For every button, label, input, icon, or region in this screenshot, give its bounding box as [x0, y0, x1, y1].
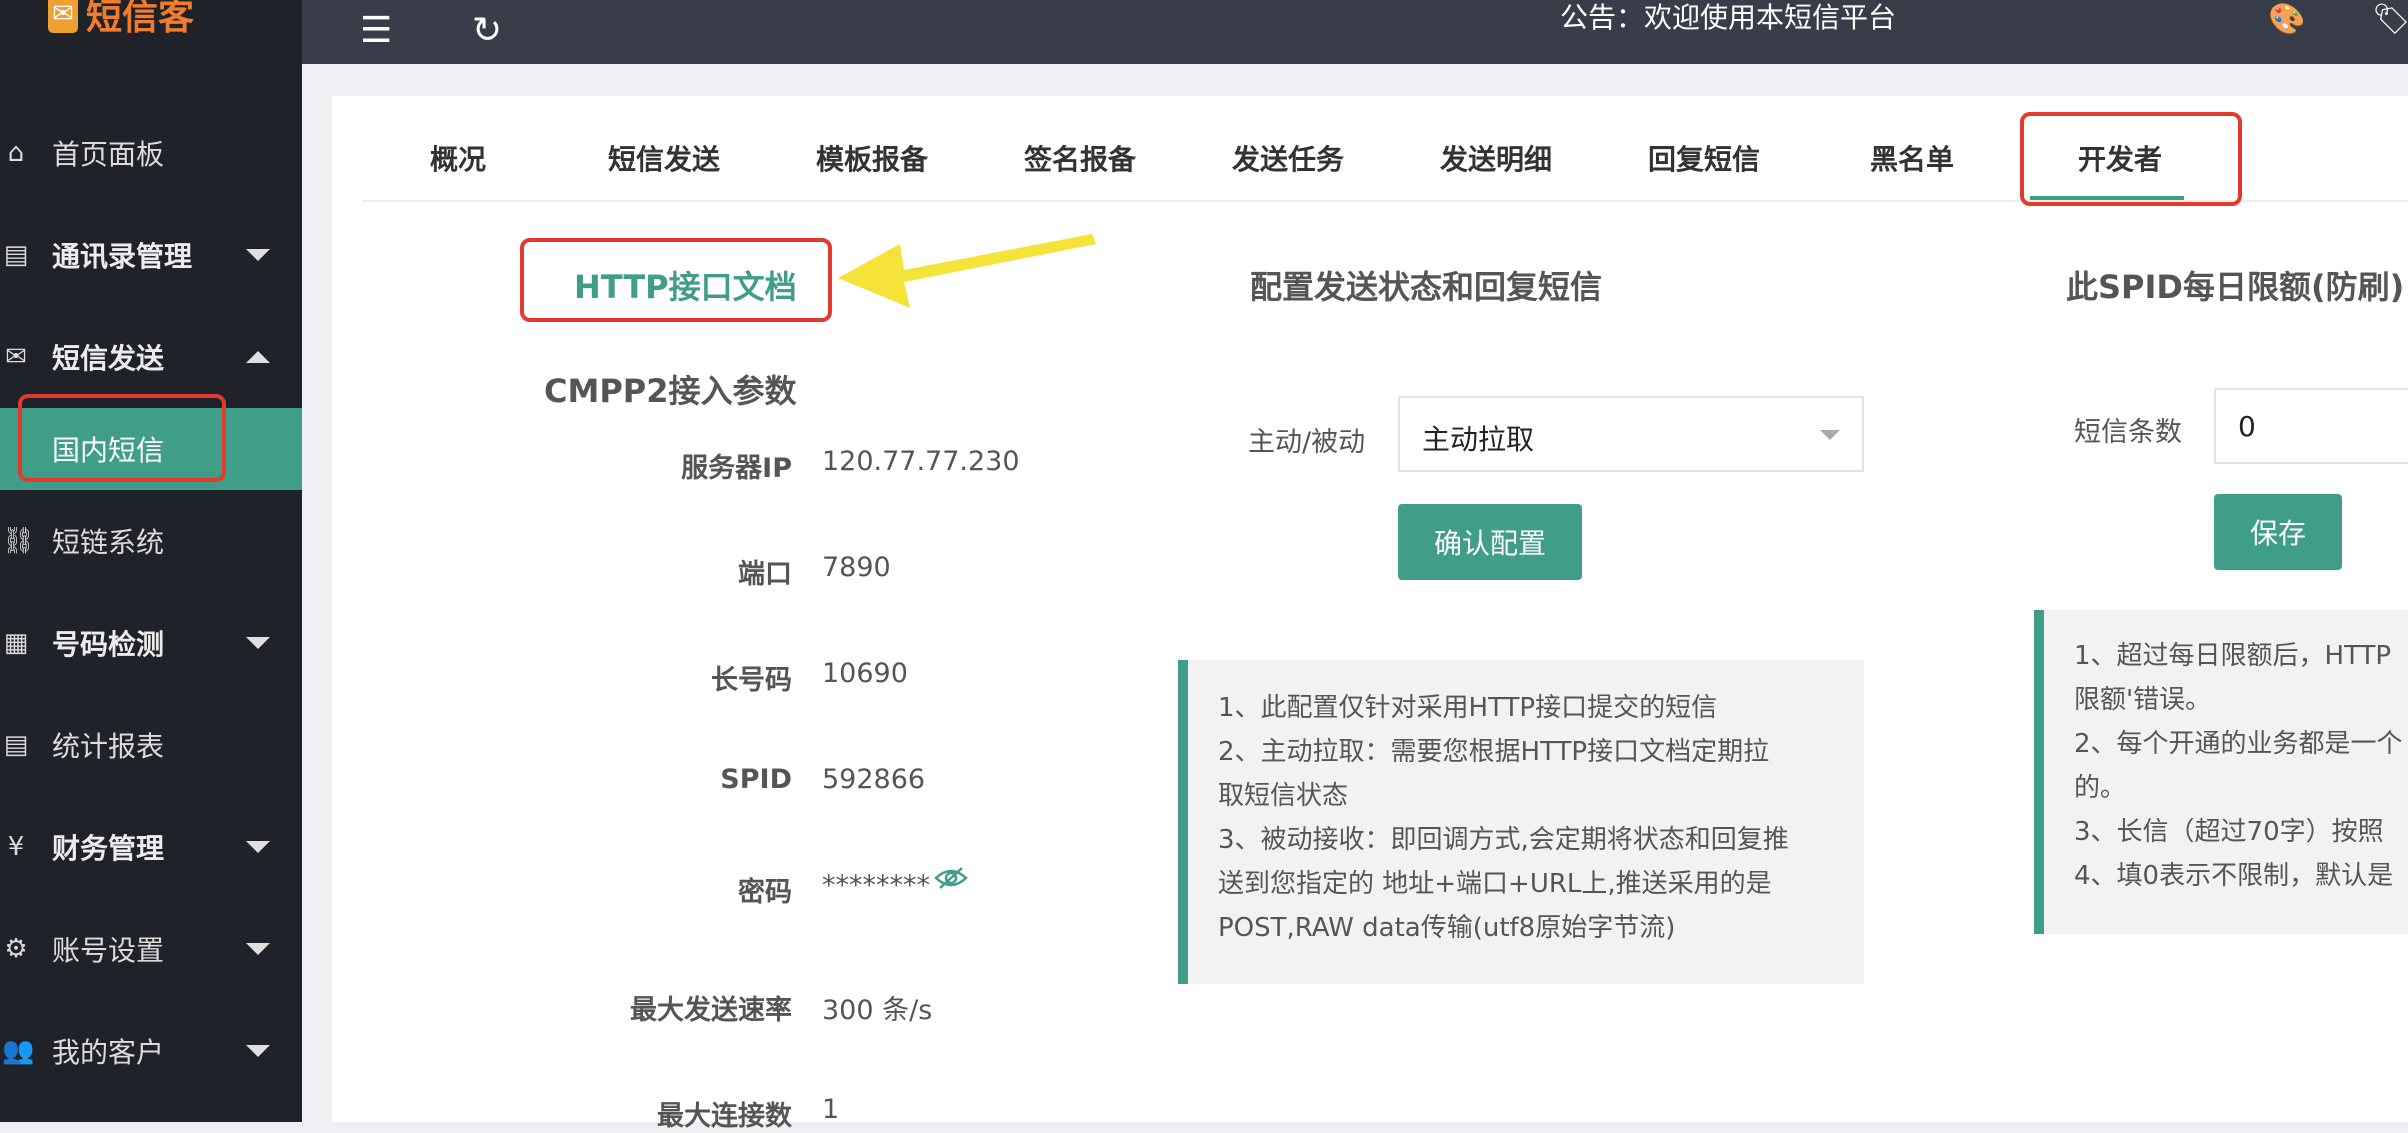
param-value-password: ********: [822, 870, 930, 901]
param-label-port: 端口: [738, 559, 792, 590]
logo-text: 短信客: [86, 0, 195, 38]
param-label-long-number: 长号码: [711, 665, 792, 696]
mode-select-value: 主动拉取: [1422, 423, 1535, 456]
note-line: POST,RAW data传输(utf8原始字节流): [1218, 913, 1676, 943]
sidebar: ✉ 短信客 ⌂ 首页面板 ▤ 通讯录管理 ✉ 短信发送 国内短信 ⛓ 短链系统 …: [0, 0, 302, 1122]
highlight-box-doc-link: [520, 238, 832, 322]
menu-toggle-icon[interactable]: ☰: [360, 10, 392, 51]
topbar: ☰ ↻ 公告：欢迎使用本短信平台 🎨 🏷: [302, 0, 2408, 64]
param-value-long-number: 10690: [822, 658, 908, 689]
tab-signature-filing[interactable]: 签名报备: [1024, 138, 1136, 178]
link-icon: ⛓: [2, 526, 36, 556]
param-label-max-rate: 最大发送速率: [630, 995, 792, 1026]
logo-mark-icon: ✉: [48, 0, 78, 33]
yen-icon: ¥: [7, 832, 25, 862]
param-value-spid: 592866: [822, 764, 926, 795]
sidebar-item-contacts[interactable]: ▤ 通讯录管理: [0, 204, 302, 306]
detect-icon: ▦: [3, 628, 29, 658]
sidebar-item-label: 统计报表: [52, 730, 165, 763]
report-icon: ▤: [3, 730, 29, 760]
announcement-text: 公告：欢迎使用本短信平台: [1560, 1, 1897, 34]
sidebar-item-label: 首页面板: [52, 138, 165, 171]
tab-send-details[interactable]: 发送明细: [1440, 138, 1552, 178]
save-button[interactable]: 保存: [2214, 494, 2342, 570]
note-line: 2、每个开通的业务都是一个: [2074, 729, 2403, 759]
mode-label: 主动/被动: [1248, 427, 1366, 458]
sidebar-item-label: 号码检测: [52, 628, 165, 661]
note-line: 3、被动接收：即回调方式,会定期将状态和回复推: [1218, 825, 1789, 855]
chevron-down-icon: [246, 943, 270, 955]
note-line: 3、长信（超过70字）按照: [2074, 817, 2384, 847]
sms-count-input[interactable]: 0: [2214, 388, 2408, 464]
mode-select[interactable]: 主动拉取: [1398, 396, 1864, 472]
tab-reply-sms[interactable]: 回复短信: [1648, 138, 1760, 178]
chevron-down-icon: [1820, 430, 1840, 440]
chevron-down-icon: [246, 841, 270, 853]
param-value-max-rate: 300 条/s: [822, 995, 933, 1026]
refresh-icon[interactable]: ↻: [472, 10, 502, 51]
param-value-server-ip: 120.77.77.230: [822, 446, 1020, 477]
eye-slash-icon[interactable]: [934, 866, 968, 890]
mail-icon: ✉: [5, 342, 27, 372]
param-value-port: 7890: [822, 552, 891, 583]
chevron-down-icon: [246, 1045, 270, 1057]
sidebar-item-finance[interactable]: ¥ 财务管理: [0, 796, 302, 898]
chevron-down-icon: [246, 637, 270, 649]
param-label-server-ip: 服务器IP: [681, 453, 792, 484]
limit-section-title: 此SPID每日限额(防刷): [2066, 268, 2405, 306]
param-value-max-connections: 1: [822, 1094, 840, 1125]
cmpp-section-title: CMPP2接入参数: [544, 372, 797, 410]
sms-count-value: 0: [2238, 410, 2256, 443]
user-group-icon: 👥: [2, 1036, 35, 1066]
sidebar-item-my-customers[interactable]: 👥 我的客户: [0, 1000, 302, 1102]
highlight-box-developer-tab: [2020, 112, 2242, 206]
sidebar-item-short-link[interactable]: ⛓ 短链系统: [0, 490, 302, 592]
home-icon: ⌂: [7, 138, 25, 168]
param-label-spid: SPID: [720, 764, 792, 795]
confirm-config-button[interactable]: 确认配置: [1398, 504, 1582, 580]
param-label-password: 密码: [738, 877, 792, 908]
sidebar-nav: ⌂ 首页面板 ▤ 通讯录管理 ✉ 短信发送 国内短信 ⛓ 短链系统 ▦ 号码检测…: [0, 102, 302, 1102]
note-line: 2、主动拉取：需要您根据HTTP接口文档定期拉: [1218, 737, 1770, 767]
chevron-up-icon: [246, 351, 270, 363]
count-label: 短信条数: [2074, 417, 2182, 448]
tab-template-filing[interactable]: 模板报备: [816, 138, 928, 178]
sidebar-item-label: 财务管理: [52, 832, 165, 865]
tab-send-tasks[interactable]: 发送任务: [1232, 138, 1344, 178]
note-line: 限额'错误。: [2074, 685, 2212, 715]
tab-sms-send[interactable]: 短信发送: [608, 138, 720, 178]
sidebar-item-label: 账号设置: [52, 934, 165, 967]
gear-icon: ⚙: [4, 934, 28, 964]
limit-notes: 1、超过每日限额后，HTTP 限额'错误。 2、每个开通的业务都是一个 的。 3…: [2034, 610, 2408, 934]
sidebar-item-label: 短链系统: [52, 526, 165, 559]
logo[interactable]: ✉ 短信客: [48, 0, 194, 40]
tab-overview[interactable]: 概况: [430, 138, 486, 178]
yellow-arrow-annotation: [838, 234, 1096, 308]
tag-icon[interactable]: 🏷: [2372, 2, 2408, 37]
config-notes: 1、此配置仅针对采用HTTP接口提交的短信 2、主动拉取：需要您根据HTTP接口…: [1178, 660, 1864, 984]
config-section-title: 配置发送状态和回复短信: [1250, 268, 1603, 306]
sidebar-item-label: 通讯录管理: [52, 240, 193, 273]
highlight-box-domestic-sms: [18, 394, 226, 482]
sidebar-item-label: 我的客户: [52, 1036, 165, 1069]
sidebar-item-sms-send[interactable]: ✉ 短信发送: [0, 306, 302, 408]
note-line: 4、填0表示不限制，默认是: [2074, 861, 2394, 891]
chevron-down-icon: [246, 249, 270, 261]
palette-icon[interactable]: 🎨: [2268, 2, 2305, 37]
param-label-max-connections: 最大连接数: [657, 1101, 792, 1132]
contacts-icon: ▤: [3, 240, 29, 270]
sidebar-item-dashboard[interactable]: ⌂ 首页面板: [0, 102, 302, 204]
note-line: 取短信状态: [1218, 781, 1349, 811]
sidebar-item-label: 短信发送: [52, 342, 165, 375]
note-line: 送到您指定的 地址+端口+URL上,推送采用的是: [1218, 869, 1772, 899]
note-line: 1、此配置仅针对采用HTTP接口提交的短信: [1218, 693, 1718, 723]
sidebar-item-number-detect[interactable]: ▦ 号码检测: [0, 592, 302, 694]
note-line: 的。: [2074, 773, 2127, 803]
sidebar-item-account-settings[interactable]: ⚙ 账号设置: [0, 898, 302, 1000]
tab-blacklist[interactable]: 黑名单: [1870, 138, 1954, 178]
sidebar-item-reports[interactable]: ▤ 统计报表: [0, 694, 302, 796]
note-line: 1、超过每日限额后，HTTP: [2074, 641, 2392, 671]
